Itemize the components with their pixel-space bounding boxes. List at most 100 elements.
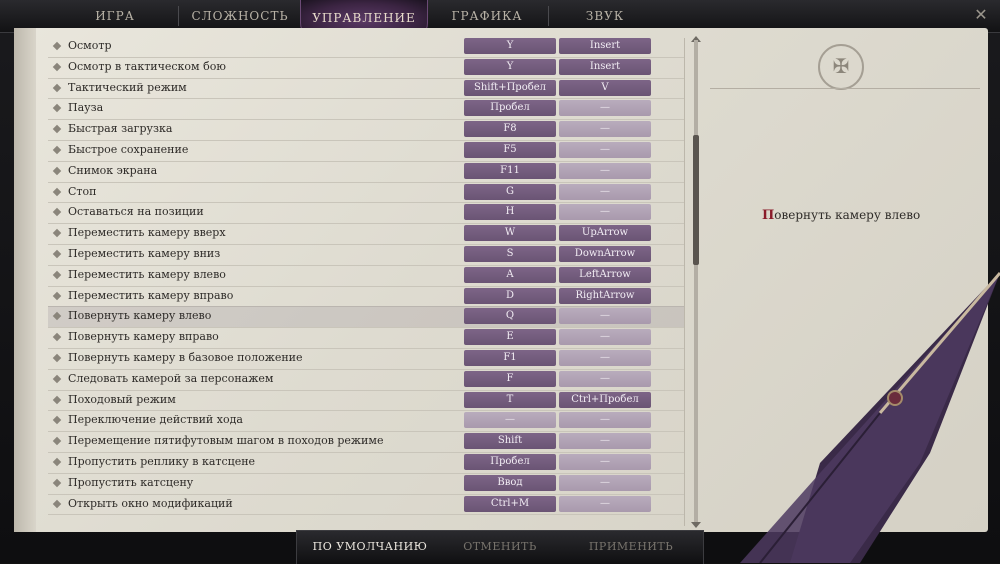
secondary-key-button[interactable]: — bbox=[559, 329, 651, 346]
decorative-divider bbox=[710, 88, 980, 89]
bullet-icon bbox=[52, 499, 62, 508]
keybinding-row[interactable]: Стоп G — bbox=[48, 182, 684, 204]
primary-key-button[interactable]: D bbox=[464, 287, 556, 304]
scrollbar-track[interactable] bbox=[694, 40, 698, 522]
secondary-key-button[interactable]: — bbox=[559, 162, 651, 179]
bullet-icon bbox=[52, 249, 62, 259]
keybinding-row[interactable]: Осмотр в тактическом бою Y Insert bbox=[48, 57, 684, 79]
secondary-key-button[interactable]: DownArrow bbox=[559, 246, 651, 262]
secondary-key-button[interactable]: — bbox=[559, 142, 651, 158]
keybinding-row[interactable]: Повернуть камеру вправо E — bbox=[48, 327, 684, 349]
restore-defaults-button[interactable]: ПО УМОЛЧАНИЮ bbox=[300, 530, 440, 563]
action-label: Пропустить реплику в катсцене bbox=[68, 455, 256, 468]
keybinding-row[interactable]: Повернуть камеру в базовое положение F1— bbox=[48, 348, 684, 370]
action-label: Оставаться на позиции bbox=[68, 205, 204, 219]
bullet-icon bbox=[52, 416, 62, 425]
action-label: Пауза bbox=[68, 101, 104, 115]
keybinding-row[interactable]: Оставаться на позиции H — bbox=[48, 202, 684, 225]
action-label: Быстрое сохранение bbox=[68, 143, 189, 156]
keybinding-row[interactable]: Перемещение пятифутовым шагом в походов … bbox=[48, 431, 684, 453]
action-label: Пропустить катсцену bbox=[68, 475, 194, 489]
keybinding-row[interactable]: Быстрое сохранение F5— bbox=[48, 140, 684, 162]
description-title: Повернуть камеру влево bbox=[762, 208, 921, 223]
keybinding-row[interactable]: Переместить камеру вниз S DownArrow bbox=[48, 244, 684, 266]
primary-key-button[interactable]: F5 bbox=[464, 142, 556, 158]
secondary-key-button[interactable]: — bbox=[559, 183, 651, 200]
keybinding-row[interactable]: Переместить камеру вправо D RightArrow bbox=[48, 286, 684, 308]
primary-key-button[interactable]: — bbox=[464, 412, 556, 429]
secondary-key-button[interactable]: — bbox=[559, 474, 651, 491]
primary-key-button[interactable]: Shift+Пробел bbox=[464, 79, 556, 96]
secondary-key-button[interactable]: V bbox=[559, 79, 651, 96]
primary-key-button[interactable]: G bbox=[464, 183, 556, 200]
close-icon[interactable]: ✕ bbox=[972, 6, 990, 24]
primary-key-button[interactable]: Ввод bbox=[464, 474, 556, 491]
bullet-icon bbox=[52, 332, 62, 342]
primary-key-button[interactable]: S bbox=[464, 246, 556, 262]
keybinding-row[interactable]: Пауза Пробел — bbox=[48, 98, 684, 121]
keybinding-row[interactable]: Переключение действий хода — — bbox=[48, 410, 684, 433]
action-label: Быстрая загрузка bbox=[68, 122, 173, 136]
primary-key-button[interactable]: Q bbox=[464, 308, 556, 325]
action-label: Переключение действий хода bbox=[68, 413, 243, 427]
primary-key-button[interactable]: Пробел bbox=[464, 454, 556, 470]
bullet-icon bbox=[52, 83, 62, 92]
parchment-binding bbox=[14, 28, 36, 532]
scrollbar-thumb[interactable] bbox=[693, 135, 699, 265]
primary-key-button[interactable]: F8 bbox=[464, 121, 556, 138]
secondary-key-button[interactable]: RightArrow bbox=[559, 287, 651, 304]
bullet-icon bbox=[52, 41, 62, 51]
action-label: Повернуть камеру вправо bbox=[68, 330, 219, 344]
secondary-key-button[interactable]: — bbox=[559, 121, 651, 138]
secondary-key-button[interactable]: Insert bbox=[559, 38, 651, 54]
secondary-key-button[interactable]: UpArrow bbox=[559, 225, 651, 242]
bullet-icon bbox=[52, 270, 62, 280]
keybinding-row[interactable]: Снимок экрана F11— bbox=[48, 161, 684, 183]
secondary-key-button[interactable]: — bbox=[559, 350, 651, 366]
primary-key-button[interactable]: E bbox=[464, 329, 556, 346]
action-label: Тактический режим bbox=[68, 80, 187, 94]
secondary-key-button[interactable]: — bbox=[559, 100, 651, 117]
secondary-key-button[interactable]: — bbox=[559, 308, 651, 325]
primary-key-button[interactable]: F1 bbox=[464, 350, 556, 366]
primary-key-button[interactable]: Shift bbox=[464, 433, 556, 450]
keybinding-row[interactable]: Открыть окно модификаций Ctrl+M — bbox=[48, 494, 684, 516]
primary-key-button[interactable]: W bbox=[464, 225, 556, 242]
primary-key-button[interactable]: A bbox=[464, 266, 556, 283]
keybinding-row[interactable]: Пропустить катсцену Ввод — bbox=[48, 473, 684, 495]
cancel-button[interactable]: ОТМЕНИТЬ bbox=[440, 530, 560, 563]
primary-key-button[interactable]: F11 bbox=[464, 162, 556, 179]
action-label: Перемещение пятифутовым шагом в походов … bbox=[68, 434, 384, 448]
bullet-icon bbox=[52, 312, 62, 321]
secondary-key-button[interactable]: — bbox=[559, 370, 651, 387]
keybinding-row[interactable]: Следовать камерой за персонажем F — bbox=[48, 369, 684, 391]
secondary-key-button[interactable]: — bbox=[559, 495, 651, 512]
keybinding-row[interactable]: Тактический режим Shift+Пробел V bbox=[48, 78, 684, 100]
primary-key-button[interactable]: Пробел bbox=[464, 100, 556, 117]
keybinding-row[interactable]: Осмотр Y Insert bbox=[48, 38, 684, 58]
primary-key-button[interactable]: H bbox=[464, 204, 556, 221]
secondary-key-button[interactable]: — bbox=[559, 454, 651, 470]
keybinding-row[interactable]: Пропустить реплику в катсцене Пробел — bbox=[48, 452, 684, 474]
primary-key-button[interactable]: T bbox=[464, 391, 556, 408]
keybinding-row[interactable]: Походовый режим T Ctrl+Пробел bbox=[48, 390, 684, 412]
primary-key-button[interactable]: Y bbox=[464, 58, 556, 75]
bullet-icon bbox=[52, 208, 62, 217]
primary-key-button[interactable]: Y bbox=[464, 38, 556, 54]
secondary-key-button[interactable]: Insert bbox=[559, 58, 651, 75]
secondary-key-button[interactable]: — bbox=[559, 204, 651, 221]
keybinding-row[interactable]: Повернуть камеру влево Q — bbox=[48, 306, 684, 329]
primary-key-button[interactable]: Ctrl+M bbox=[464, 495, 556, 512]
action-label: Повернуть камеру влево bbox=[68, 309, 212, 323]
apply-button[interactable]: ПРИМЕНИТЬ bbox=[566, 530, 696, 563]
secondary-key-button[interactable]: — bbox=[559, 433, 651, 450]
primary-key-button[interactable]: F bbox=[464, 370, 556, 387]
action-label: Осмотр в тактическом бою bbox=[68, 59, 226, 73]
secondary-key-button[interactable]: LeftArrow bbox=[559, 266, 651, 283]
tab-separator bbox=[178, 6, 179, 26]
secondary-key-button[interactable]: — bbox=[559, 412, 651, 429]
keybinding-row[interactable]: Переместить камеру вверх W UpArrow bbox=[48, 223, 684, 245]
keybinding-row[interactable]: Переместить камеру влево A LeftArrow bbox=[48, 265, 684, 287]
secondary-key-button[interactable]: Ctrl+Пробел bbox=[559, 391, 651, 408]
keybinding-row[interactable]: Быстрая загрузка F8— bbox=[48, 119, 684, 141]
